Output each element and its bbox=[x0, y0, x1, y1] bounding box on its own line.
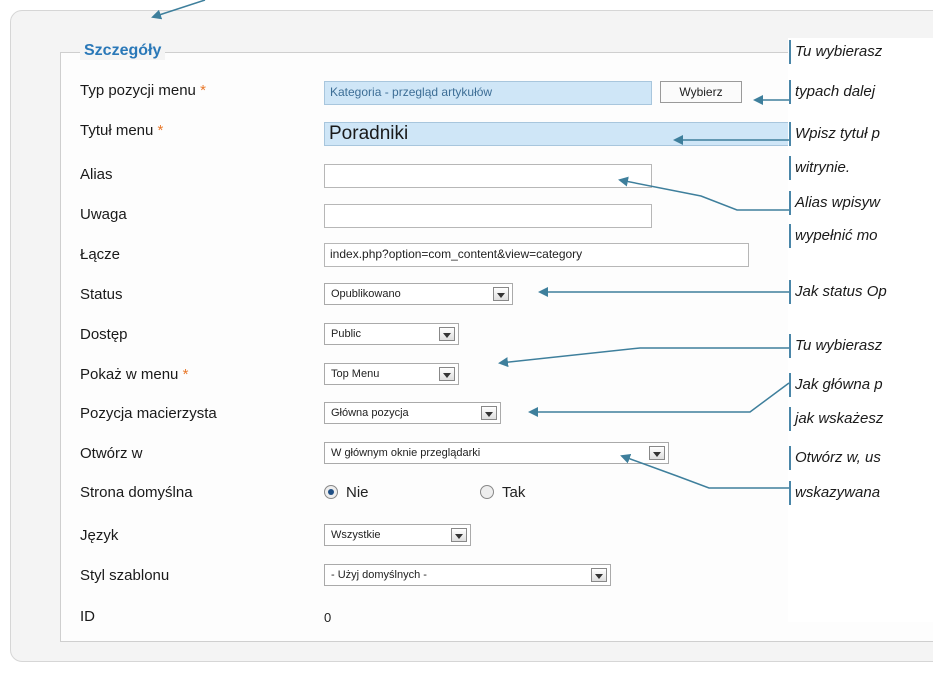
callout-arrow bbox=[528, 382, 790, 417]
callout-arrow bbox=[151, 0, 206, 20]
callout-arrow bbox=[618, 176, 789, 211]
callout-arrow bbox=[498, 347, 789, 368]
callout-arrows bbox=[151, 0, 790, 489]
callout-arrow bbox=[620, 454, 789, 489]
